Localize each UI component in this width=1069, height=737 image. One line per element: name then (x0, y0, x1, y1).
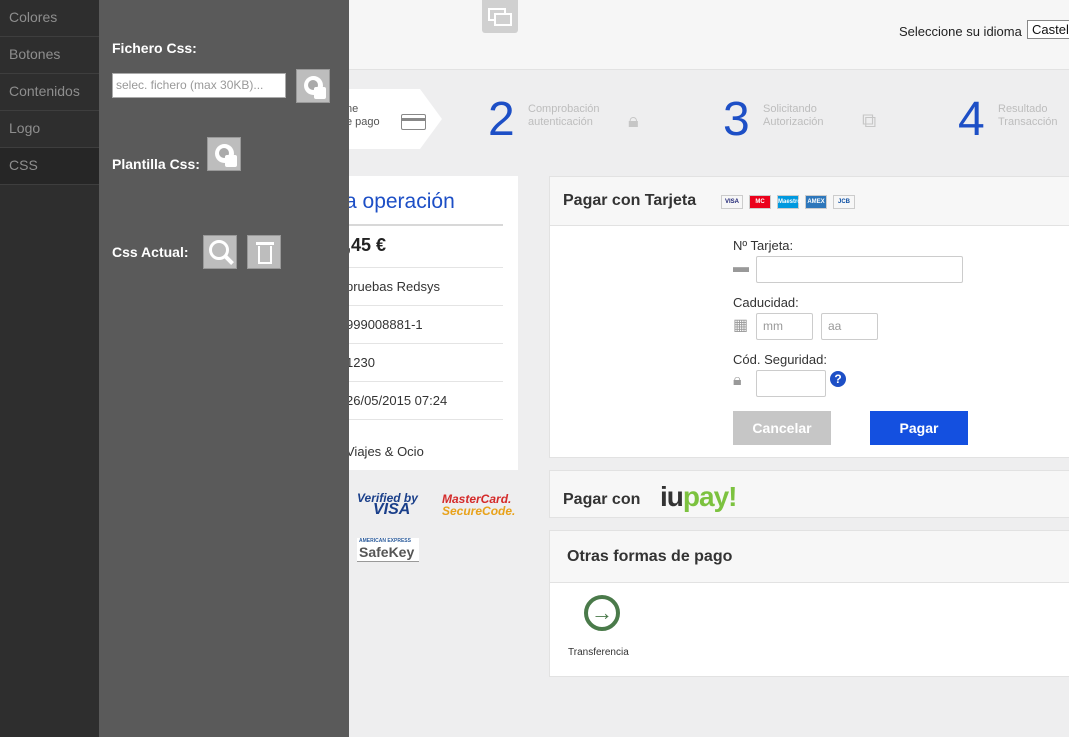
operation-title: a operación (345, 190, 455, 213)
css-template-label: Plantilla Css: (112, 156, 200, 172)
operation-date: 26/05/2015 07:24 (346, 393, 448, 408)
cvv-label: Cód. Seguridad: (733, 352, 827, 367)
verified-by-visa-logo: Verified by VISA (357, 491, 418, 518)
card-payment-title: Pagar con Tarjeta (563, 192, 697, 209)
expiry-month-input[interactable]: mm (756, 313, 813, 340)
current-css-label: Css Actual: (112, 244, 189, 260)
css-file-label: Fichero Css: (112, 40, 197, 56)
lock-icon: 🔒︎ (733, 372, 742, 389)
card-brands: VISA MC Maestro AMEX JCB (721, 195, 855, 209)
operation-amount: ,45 € (346, 235, 387, 255)
card-icon (401, 114, 426, 130)
jcb-icon: JCB (833, 195, 855, 209)
step-1-text: ne e pago (346, 103, 380, 128)
merchant-name: pruebas Redsys (346, 279, 440, 294)
cvv-input[interactable] (756, 370, 826, 397)
nav-item-contenidos[interactable]: Contenidos (0, 74, 99, 111)
amex-safekey-logo: AMERICAN EXPRESS SafeKey (357, 538, 419, 562)
css-file-input[interactable]: selec. fichero (max 30KB)... (112, 73, 286, 98)
terminal: 1230 (346, 355, 375, 370)
language-select[interactable]: Castel (1027, 20, 1069, 39)
divider (340, 381, 503, 382)
transfer-label[interactable]: Transferencia (568, 647, 629, 658)
upload-file-button[interactable] (296, 69, 330, 103)
visa-icon: VISA (721, 195, 743, 209)
divider (340, 343, 503, 344)
mastercard-securecode-logo: MasterCard. SecureCode. (442, 492, 516, 518)
nav-item-botones[interactable]: Botones (0, 37, 99, 74)
other-payment-title: Otras formas de pago (567, 548, 733, 565)
divider (340, 419, 503, 420)
step-3-text: Solicitando Autorización (763, 103, 824, 128)
card-icon: ▬ (733, 259, 749, 276)
divider (340, 224, 503, 226)
css-editor-panel: Fichero Css: selec. fichero (max 30KB)..… (99, 0, 349, 737)
iupay-panel[interactable]: Pagar con iupay! (549, 470, 1069, 518)
amex-icon: AMEX (805, 195, 827, 209)
step-2-text: Comprobación autenticación (528, 103, 600, 128)
iupay-logo: iupay! (660, 481, 737, 512)
operation-description: Viajes & Ocio (346, 444, 424, 459)
expiry-year-input[interactable]: aa (821, 313, 878, 340)
nav-item-css[interactable]: CSS (0, 148, 99, 185)
step-2-number: 2 (488, 93, 515, 146)
other-payment-panel: Otras formas de pago → Transferencia (549, 530, 1069, 677)
other-payment-header: Otras formas de pago (550, 531, 1069, 583)
iupay-title: Pagar con (563, 491, 641, 508)
merchant-code: 999008881-1 (346, 317, 423, 332)
nav-item-colores[interactable]: Colores (0, 0, 99, 37)
expiry-label: Caducidad: (733, 295, 799, 310)
step-4-number: 4 (958, 93, 985, 146)
delete-css-button[interactable] (247, 235, 281, 269)
lock-icon: 🔒︎ (628, 110, 639, 132)
logo-placeholder-icon (482, 0, 518, 33)
view-css-button[interactable] (203, 235, 237, 269)
network-icon: ⧉ (862, 110, 877, 132)
language-label: Seleccione su idioma (899, 24, 1022, 39)
card-number-label: Nº Tarjeta: (733, 238, 794, 253)
transfer-arrow-icon[interactable]: → (584, 595, 620, 631)
step-3-number: 3 (723, 93, 750, 146)
calendar-icon: ▦ (733, 317, 749, 334)
template-download-button[interactable] (207, 137, 241, 171)
cancel-button[interactable]: Cancelar (733, 411, 831, 445)
maestro-icon: Maestro (777, 195, 801, 209)
card-payment-header: Pagar con Tarjeta VISA MC Maestro AMEX J… (550, 177, 1069, 226)
step-4-text: Resultado Transacción (998, 103, 1058, 128)
divider (340, 267, 503, 268)
card-payment-panel: Pagar con Tarjeta VISA MC Maestro AMEX J… (549, 176, 1069, 458)
trash-icon (256, 242, 274, 245)
help-icon[interactable]: ? (830, 371, 846, 387)
card-number-input[interactable] (756, 256, 963, 283)
editor-nav: Colores Botones Contenidos Logo CSS (0, 0, 99, 737)
nav-item-logo[interactable]: Logo (0, 111, 99, 148)
mastercard-icon: MC (749, 195, 771, 209)
pay-button[interactable]: Pagar (870, 411, 968, 445)
divider (340, 305, 503, 306)
